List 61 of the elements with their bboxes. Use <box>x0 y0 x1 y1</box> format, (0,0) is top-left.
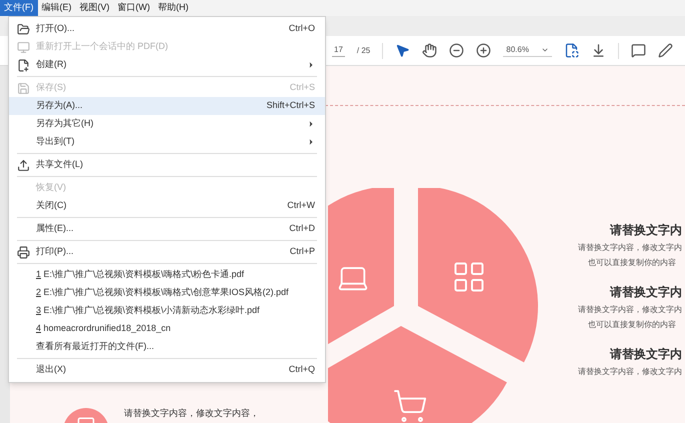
recent-file-link[interactable]: 1 E:\推广\推广\总视频\资料模板\嗨格式\粉色卡通.pdf <box>36 268 244 282</box>
menu-item[interactable]: 导出到(T) <box>9 133 325 151</box>
recent-file-link[interactable]: 4 homeacrordrunified18_2018_cn <box>36 322 171 336</box>
zoom-in-icon[interactable] <box>476 43 492 58</box>
submenu-arrow-icon <box>307 120 315 128</box>
file-plus-icon <box>17 58 30 72</box>
shortcut-text: Ctrl+Q <box>288 363 315 376</box>
menu-item[interactable]: 共享文件(L) <box>9 156 325 174</box>
submenu-arrow-icon <box>307 138 315 146</box>
heading: 请替换文字内 <box>610 284 682 301</box>
shortcut-text: Ctrl+S <box>290 81 315 94</box>
zoom-field[interactable]: 80.6% <box>503 44 552 57</box>
body-text: 请替换文字内容，修改文字内 <box>578 366 682 378</box>
menu-item[interactable]: 退出(X) Ctrl+Q <box>9 361 325 379</box>
menu-item[interactable]: 另存为其它(H) <box>9 115 325 133</box>
share-icon <box>17 158 30 172</box>
menu-bar-item[interactable]: 文件(F) <box>0 0 38 16</box>
menu-item[interactable]: 打印(P)... Ctrl+P <box>9 243 325 261</box>
recent-file-link[interactable]: 2 E:\推广\推广\总视频\资料模板\嗨格式\创意苹果IOS风格(2).pdf <box>36 286 289 300</box>
zoom-out-icon[interactable] <box>449 43 464 58</box>
hand-icon[interactable] <box>422 43 438 58</box>
menu-item[interactable]: 关闭(C) Ctrl+W <box>9 197 325 215</box>
monitor-icon <box>17 40 30 54</box>
save-icon <box>17 82 30 94</box>
menu-bar-item[interactable]: 窗口(W) <box>114 0 154 16</box>
fit-page-icon[interactable] <box>564 43 579 58</box>
shortcut-text: Shift+Ctrl+S <box>266 99 315 112</box>
page-total: / 25 <box>356 44 370 56</box>
menu-bar-item[interactable]: 视图(V) <box>76 0 114 16</box>
submenu-arrow-icon <box>307 61 315 69</box>
menu-item[interactable]: 创建(R) <box>9 56 325 74</box>
menu-bar-item[interactable]: 编辑(E) <box>38 0 76 16</box>
printer-icon <box>17 246 30 258</box>
pointer-icon[interactable] <box>395 43 410 58</box>
folder-icon <box>17 22 30 36</box>
body-text: 也可以直接复制你的内容 <box>588 257 676 269</box>
recent-file-item[interactable]: 3 E:\推广\推广\总视频\资料模板\小清新动态水彩绿叶.pdf <box>9 302 325 320</box>
menu-bar-item[interactable]: 帮助(H) <box>154 0 192 16</box>
cart-icon <box>392 388 428 423</box>
recent-file-link[interactable]: 3 E:\推广\推广\总视频\资料模板\小清新动态水彩绿叶.pdf <box>36 304 260 318</box>
recent-file-item[interactable]: 1 E:\推广\推广\总视频\资料模板\嗨格式\粉色卡通.pdf <box>9 266 325 284</box>
body-text: 请替换文字内容，修改文字内 <box>578 304 682 316</box>
shortcut-text: Ctrl+O <box>288 22 315 36</box>
shortcut-text: Ctrl+W <box>287 199 315 212</box>
shortcut-text: Ctrl+P <box>290 245 315 258</box>
body-text: 也可以直接复制你的内容 <box>588 319 676 331</box>
shortcut-text: Ctrl+D <box>289 222 315 236</box>
caret-icon <box>540 46 549 54</box>
menu-item[interactable]: 另存为(A)... Shift+Ctrl+S <box>9 97 325 115</box>
body-text: 请替换文字内容，修改文字内 <box>578 242 682 254</box>
menu-item[interactable]: 属性(E)... Ctrl+D <box>9 220 325 238</box>
heading: 请替换文字内 <box>610 222 682 239</box>
menu-item[interactable]: 查看所有最近打开的文件(F)... <box>9 338 325 356</box>
comment-icon[interactable] <box>630 43 646 58</box>
page-number-field[interactable]: 17 <box>332 44 345 57</box>
recent-file-item[interactable]: 4 homeacrordrunified18_2018_cn <box>9 320 325 338</box>
scroll-icon[interactable] <box>590 43 606 58</box>
heading: 请替换文字内 <box>610 346 682 363</box>
body-text: 请替换文字内容，修改文字内容， <box>124 407 259 420</box>
pen-icon[interactable] <box>658 43 673 58</box>
recent-file-item[interactable]: 2 E:\推广\推广\总视频\资料模板\嗨格式\创意苹果IOS风格(2).pdf <box>9 284 325 302</box>
